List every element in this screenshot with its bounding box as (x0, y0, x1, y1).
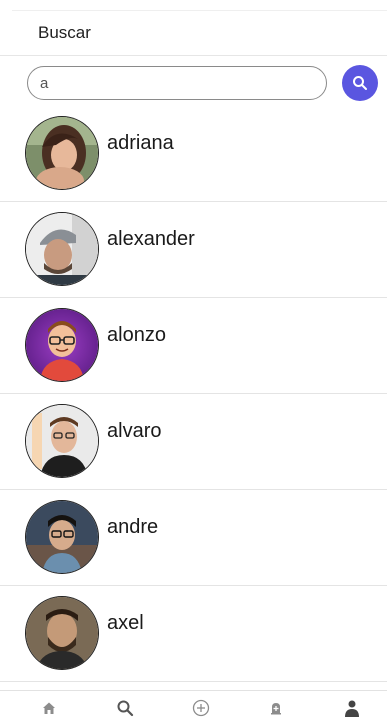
nav-profile[interactable] (339, 695, 365, 721)
user-name: alonzo (107, 324, 166, 346)
user-name: axel (107, 612, 144, 634)
search-bar (0, 62, 387, 106)
avatar (26, 501, 98, 573)
list-item[interactable]: adriana (0, 106, 387, 202)
bottom-navigation (0, 690, 387, 724)
search-icon (117, 700, 133, 716)
list-item[interactable]: alexander (0, 202, 387, 298)
notifications-icon (271, 702, 282, 714)
avatar (26, 597, 98, 669)
home-icon (43, 702, 55, 714)
profile-icon (345, 700, 359, 717)
list-item[interactable]: alvaro (0, 394, 387, 490)
search-icon (353, 76, 367, 90)
nav-notifications[interactable] (263, 695, 289, 721)
page-title: Buscar (38, 23, 91, 42)
user-name: alexander (107, 228, 195, 250)
nav-home[interactable] (36, 695, 62, 721)
search-screen: Buscar adriana (0, 0, 387, 724)
user-name: andre (107, 516, 159, 538)
list-item[interactable]: axel (0, 586, 387, 682)
avatar (26, 405, 98, 477)
search-button[interactable] (342, 65, 378, 101)
list-item[interactable]: alonzo (0, 298, 387, 394)
header: Buscar (0, 11, 387, 56)
user-name: adriana (107, 132, 174, 154)
avatar (26, 309, 98, 381)
nav-add[interactable] (188, 695, 214, 721)
user-list: adriana alexander alonzo alvaro andre ax… (0, 106, 387, 682)
add-circle-icon (192, 699, 209, 716)
nav-search[interactable] (112, 695, 138, 721)
avatar (26, 117, 98, 189)
search-input[interactable] (27, 66, 327, 100)
user-name: alvaro (107, 420, 162, 442)
list-item[interactable]: andre (0, 490, 387, 586)
avatar (26, 213, 98, 285)
